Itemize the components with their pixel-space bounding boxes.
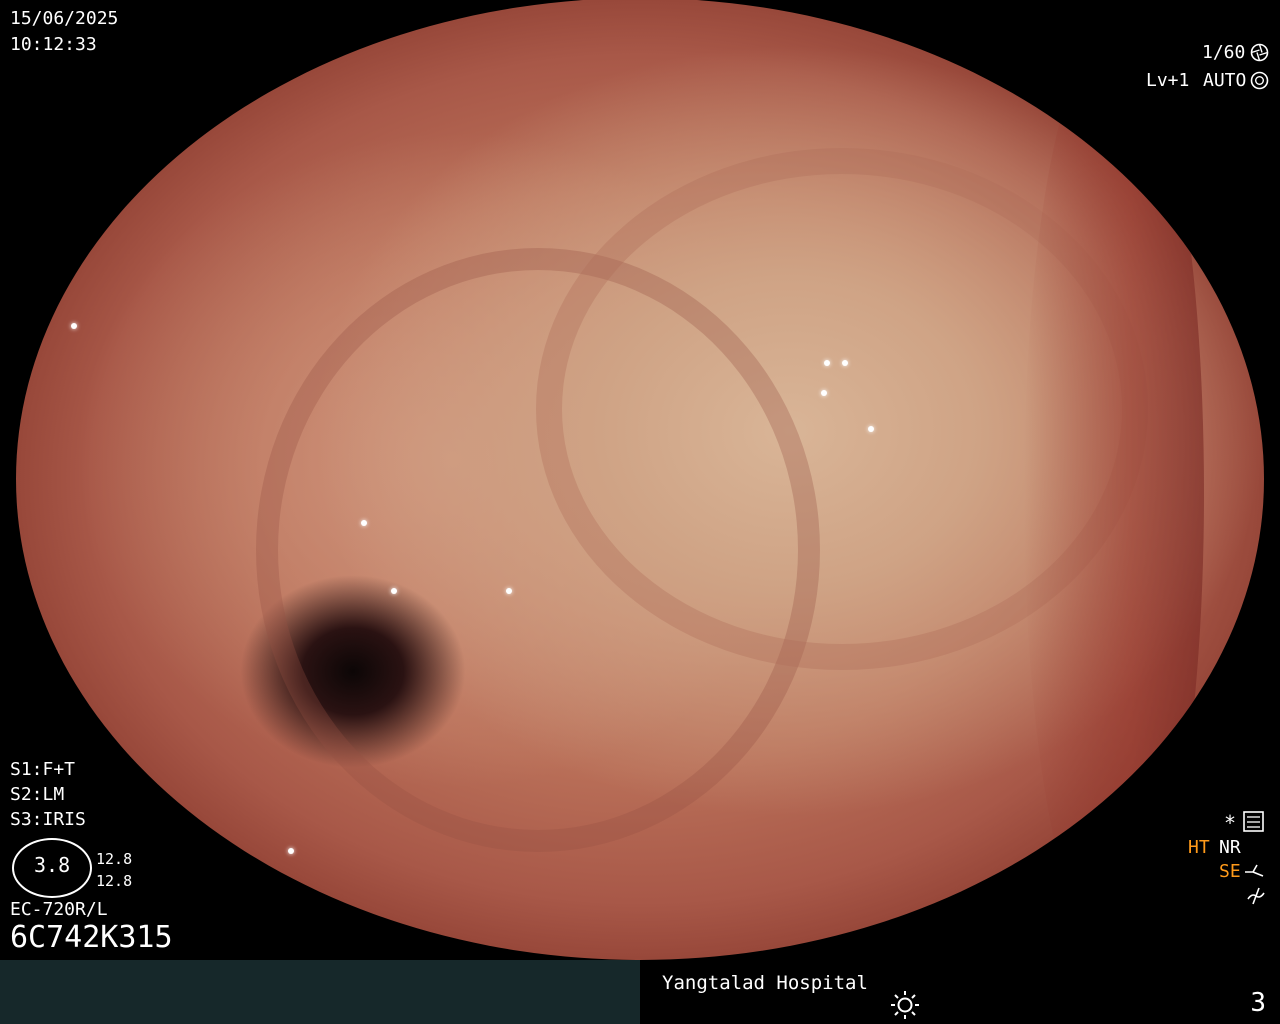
lens-value: 3.8 — [34, 853, 71, 877]
specular-highlight — [868, 426, 874, 432]
specular-highlight — [824, 360, 830, 366]
ht-indicator: HT — [1188, 837, 1210, 858]
lens-top-value: 12.8 — [96, 850, 133, 868]
s3-setting: S3:IRIS — [10, 809, 86, 830]
specular-highlight — [1124, 86, 1130, 92]
specular-highlight — [1146, 138, 1152, 144]
shutter-icon — [1250, 43, 1269, 62]
specular-highlight — [506, 588, 512, 594]
time-label: 10:12:33 — [10, 34, 97, 55]
specular-highlight — [71, 323, 77, 329]
specular-highlight — [361, 520, 367, 526]
star-indicator: * — [1224, 811, 1237, 835]
auto-iris-icon — [1250, 71, 1269, 90]
page-number: 3 — [1250, 988, 1266, 1018]
se-indicator: SE — [1219, 861, 1241, 882]
footer-bar — [0, 960, 1280, 1024]
specular-highlight — [821, 390, 827, 396]
serial-label: 6C742K315 — [10, 920, 173, 955]
specular-highlight — [391, 588, 397, 594]
shutter-label: 1/60 — [1202, 42, 1246, 63]
signal-icon — [1247, 887, 1265, 905]
date-label: 15/06/2025 — [10, 8, 119, 29]
model-label: EC-720R/L — [10, 899, 108, 920]
brightness-icon — [891, 991, 919, 1019]
iris-mode-label: AUTO — [1203, 70, 1247, 91]
hospital-name: Yangtalad Hospital — [662, 972, 868, 994]
settings-icon — [1243, 811, 1264, 832]
specular-highlight — [842, 360, 848, 366]
endoscopy-image — [16, 0, 1264, 960]
level-label: Lv+1 — [1146, 70, 1190, 91]
nr-indicator: NR — [1219, 837, 1241, 858]
lens-bottom-value: 12.8 — [96, 872, 133, 890]
wall-ridge — [1024, 28, 1204, 958]
s2-setting: S2:LM — [10, 784, 65, 805]
footer-left-panel — [0, 960, 640, 1024]
enhance-icon — [1245, 864, 1264, 877]
s1-setting: S1:F+T — [10, 759, 76, 780]
specular-highlight — [288, 848, 294, 854]
